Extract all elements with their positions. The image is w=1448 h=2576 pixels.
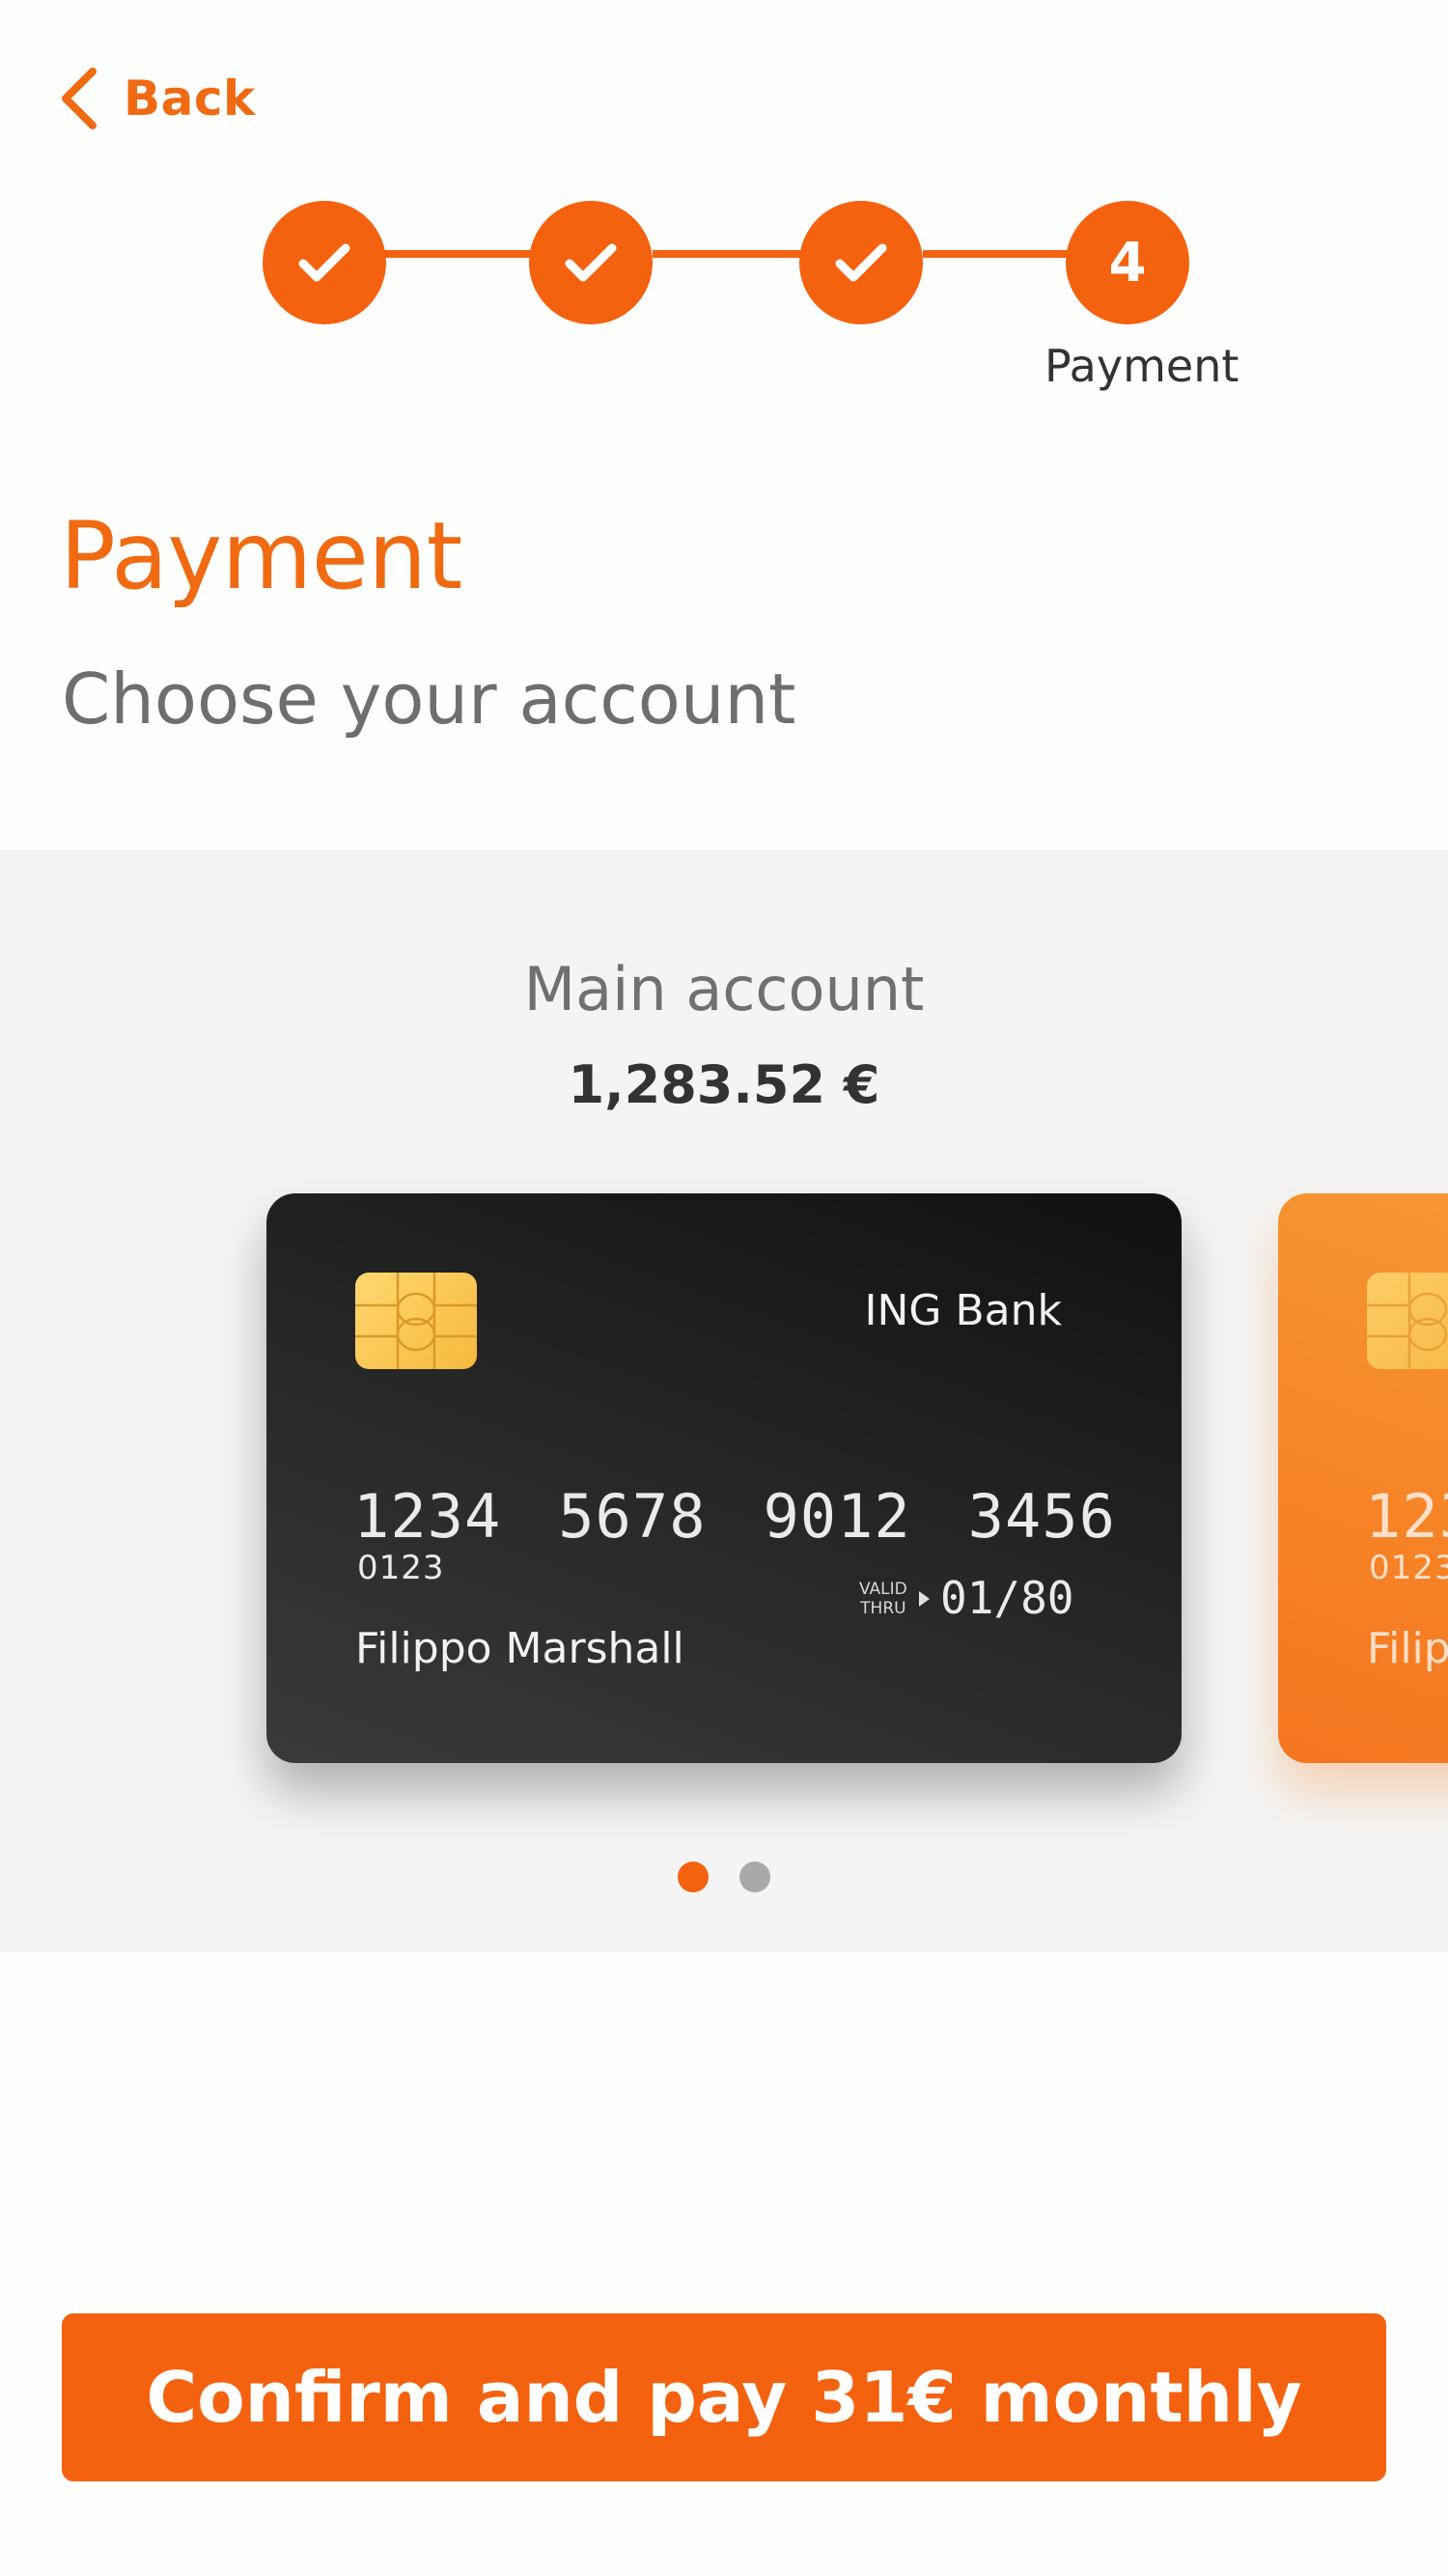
check-icon bbox=[835, 243, 887, 282]
card-expiry: 01/80 bbox=[940, 1572, 1074, 1624]
card-bank-name: ING Bank bbox=[864, 1286, 1063, 1335]
carousel-dot-1[interactable] bbox=[678, 1862, 709, 1892]
card-number-group: 1234 bbox=[353, 1481, 502, 1552]
progress-stepper: 4 Payment bbox=[0, 0, 1448, 406]
valid-thru-label: VALID THRU bbox=[859, 1580, 907, 1618]
bank-card-secondary[interactable]: 1234 0123 Filippo Marshall bbox=[1278, 1193, 1448, 1763]
step-caption: Payment bbox=[1044, 340, 1239, 392]
step-3-completed bbox=[799, 201, 923, 324]
step-number: 4 bbox=[1108, 231, 1147, 294]
step-1-completed bbox=[263, 201, 386, 324]
card-holder: Filippo Marshall bbox=[1367, 1624, 1448, 1673]
confirm-pay-button[interactable]: Confirm and pay 31€ monthly bbox=[62, 2313, 1386, 2481]
step-4-current: 4 bbox=[1066, 201, 1189, 324]
step-connector bbox=[653, 250, 803, 258]
thru-label: THRU bbox=[860, 1599, 906, 1618]
card-number-group: 9012 bbox=[763, 1481, 911, 1552]
page-subtitle: Choose your account bbox=[62, 658, 796, 740]
step-connector bbox=[923, 250, 1073, 258]
step-2-completed bbox=[529, 201, 653, 324]
account-name: Main account bbox=[523, 954, 925, 1024]
card-small-number: 0123 bbox=[357, 1549, 445, 1587]
play-arrow-icon bbox=[919, 1591, 930, 1607]
account-balance: 1,283.52 € bbox=[568, 1054, 880, 1115]
card-number: 1234 5678 9012 3456 bbox=[353, 1481, 1116, 1552]
card-number-group: 1234 bbox=[1365, 1481, 1448, 1552]
check-icon bbox=[565, 243, 617, 282]
carousel-indicator bbox=[0, 1862, 1448, 1892]
card-holder: Filippo Marshall bbox=[355, 1624, 684, 1673]
bank-card-main[interactable]: ING Bank 1234 5678 9012 3456 0123 VALID … bbox=[266, 1193, 1182, 1763]
check-icon bbox=[298, 243, 350, 282]
card-chip-icon bbox=[1367, 1273, 1448, 1369]
page-title: Payment bbox=[60, 502, 462, 610]
card-number: 1234 bbox=[1365, 1481, 1448, 1552]
card-number-group: 5678 bbox=[558, 1481, 707, 1552]
carousel-dot-2[interactable] bbox=[739, 1862, 770, 1892]
valid-label: VALID bbox=[859, 1580, 907, 1599]
card-small-number: 0123 bbox=[1369, 1549, 1448, 1587]
card-number-group: 3456 bbox=[967, 1481, 1116, 1552]
card-chip-icon bbox=[355, 1273, 477, 1369]
account-selector: Main account 1,283.52 € ING Bank 1234 56 bbox=[0, 850, 1448, 1952]
